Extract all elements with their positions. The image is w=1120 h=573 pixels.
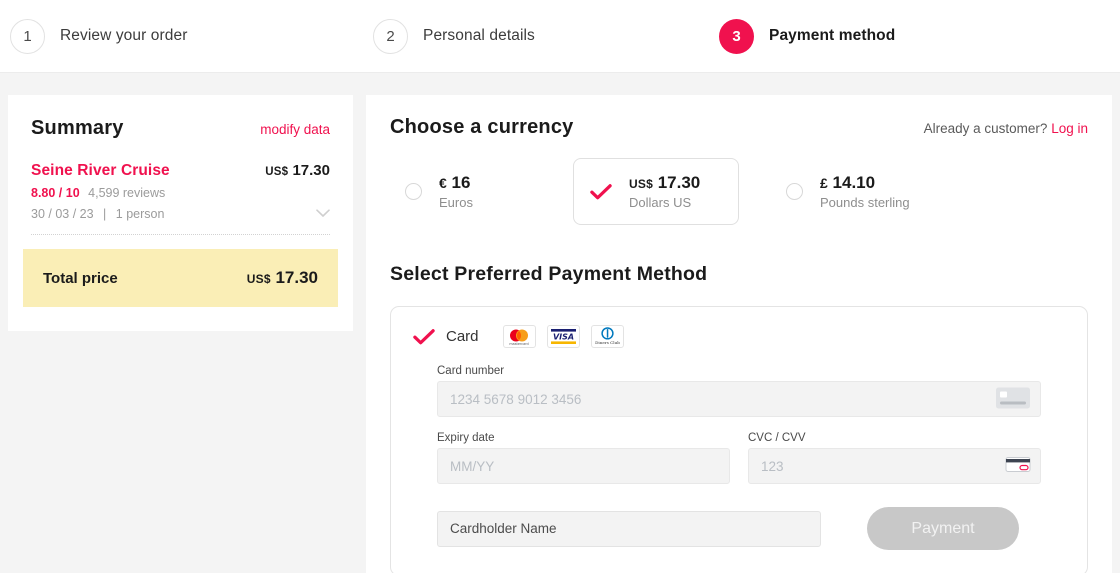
currency-name-pounds: Pounds sterling bbox=[820, 195, 910, 210]
total-price-label: Total price bbox=[43, 269, 118, 287]
payment-method-title: Select Preferred Payment Method bbox=[390, 263, 708, 285]
step-1-label: Review your order bbox=[60, 27, 188, 44]
item-rating-row: 8.80 / 10 4,599 reviews bbox=[31, 186, 330, 200]
currency-amount-pounds: £ 14.10 bbox=[820, 173, 910, 193]
stepper-step-3[interactable]: 3 Payment method bbox=[719, 18, 1120, 54]
step-1-number: 1 bbox=[10, 18, 45, 54]
card-number-input[interactable]: 1234 5678 9012 3456 bbox=[437, 381, 1041, 417]
step-3-number: 3 bbox=[719, 18, 754, 54]
step-3-label: Payment method bbox=[769, 27, 896, 44]
login-prompt-text: Already a customer? bbox=[923, 121, 1048, 136]
currency-option-euros[interactable]: € 16 Euros bbox=[390, 160, 590, 223]
currency-amount-dollars: US$ 17.30 bbox=[629, 173, 700, 193]
currency-symbol-pounds: £ bbox=[820, 175, 828, 191]
cardholder-submit-row: Cardholder Name Payment bbox=[413, 507, 1065, 550]
diners-club-logo: Diners Club bbox=[590, 325, 624, 348]
item-price: US$ 17.30 bbox=[265, 162, 330, 179]
total-price-currency: US$ bbox=[246, 272, 271, 286]
chevron-down-icon[interactable] bbox=[316, 207, 330, 221]
mastercard-logo: mastercard bbox=[502, 325, 536, 348]
currency-name-dollars: Dollars US bbox=[629, 195, 692, 210]
order-summary-panel: Summary modify data Seine River Cruise U… bbox=[8, 95, 353, 331]
expiry-label: Expiry date bbox=[437, 432, 495, 444]
step-2-label: Personal details bbox=[423, 27, 535, 44]
item-date: 30 / 03 / 23 bbox=[31, 207, 94, 221]
currency-option-pounds[interactable]: £ 14.10 Pounds sterling bbox=[771, 160, 971, 223]
summary-title: Summary bbox=[31, 117, 124, 139]
cvc-placeholder: 123 bbox=[761, 458, 784, 474]
card-number-group: Card number 1234 5678 9012 3456 bbox=[413, 365, 1065, 417]
payment-main-panel: Choose a currency Already a customer? Lo… bbox=[366, 95, 1112, 573]
login-prompt: Already a customer? Log in bbox=[924, 121, 1088, 136]
credit-card-icon bbox=[995, 386, 1031, 413]
card-number-placeholder: 1234 5678 9012 3456 bbox=[450, 391, 582, 407]
check-icon-card bbox=[413, 326, 435, 348]
currency-value-euros: 16 bbox=[451, 173, 471, 192]
currency-options: € 16 Euros US$ 17.30 Dollars US £ 14.10 … bbox=[390, 158, 1088, 225]
total-price-amount: 17.30 bbox=[275, 268, 318, 287]
currency-name-euros: Euros bbox=[439, 195, 473, 210]
item-price-amount: 17.30 bbox=[292, 162, 330, 179]
svg-text:Diners Club: Diners Club bbox=[595, 340, 620, 345]
check-icon-dollars bbox=[590, 181, 612, 203]
radio-icon-euros[interactable] bbox=[405, 183, 422, 200]
checkout-stepper: 1 Review your order 2 Personal details 3… bbox=[0, 0, 1120, 73]
currency-amount-euros: € 16 bbox=[439, 173, 473, 193]
item-reviews: 4,599 reviews bbox=[88, 186, 166, 200]
item-date-persons: 30 / 03 / 23 | 1 person bbox=[31, 207, 164, 221]
card-payment-form: Card mastercard VISA Diners Club Card nu… bbox=[390, 306, 1088, 573]
currency-header: Choose a currency Already a customer? Lo… bbox=[390, 116, 1088, 139]
svg-text:VISA: VISA bbox=[552, 333, 573, 342]
item-date-row[interactable]: 30 / 03 / 23 | 1 person bbox=[31, 207, 330, 221]
currency-code-dollars: US$ bbox=[629, 177, 653, 191]
expiry-group: Expiry date MM/YY bbox=[437, 432, 730, 484]
total-price-box: Total price US$ 17.30 bbox=[23, 249, 338, 307]
currency-symbol-euros: € bbox=[439, 175, 447, 191]
expiry-placeholder: MM/YY bbox=[450, 458, 495, 474]
currency-text-dollars: US$ 17.30 Dollars US bbox=[629, 173, 700, 210]
modify-data-link[interactable]: modify data bbox=[260, 122, 330, 137]
radio-icon-pounds[interactable] bbox=[786, 183, 803, 200]
cardholder-name-input[interactable]: Cardholder Name bbox=[437, 510, 821, 547]
expiry-input[interactable]: MM/YY bbox=[437, 448, 730, 484]
currency-option-dollars[interactable]: US$ 17.30 Dollars US bbox=[573, 158, 739, 225]
visa-logo: VISA bbox=[546, 325, 580, 348]
summary-header: Summary modify data bbox=[31, 117, 330, 140]
card-option-label: Card bbox=[446, 328, 479, 345]
currency-text-pounds: £ 14.10 Pounds sterling bbox=[820, 173, 910, 210]
currency-value-dollars: 17.30 bbox=[657, 173, 701, 192]
cvc-input[interactable]: 123 bbox=[748, 448, 1041, 484]
total-price-value: US$ 17.30 bbox=[247, 268, 318, 288]
expiry-cvc-row: Expiry date MM/YY CVC / CVV 123 bbox=[413, 432, 1065, 484]
svg-text:mastercard: mastercard bbox=[509, 342, 528, 346]
checkout-body: Summary modify data Seine River Cruise U… bbox=[0, 73, 1120, 573]
currency-value-pounds: 14.10 bbox=[832, 173, 876, 192]
summary-item: Seine River Cruise US$ 17.30 bbox=[31, 162, 330, 180]
cardholder-name-placeholder: Cardholder Name bbox=[450, 521, 557, 536]
stepper-step-1[interactable]: 1 Review your order bbox=[10, 18, 373, 54]
item-name: Seine River Cruise bbox=[31, 162, 170, 179]
item-price-currency: US$ bbox=[265, 166, 289, 178]
card-number-label: Card number bbox=[437, 365, 505, 377]
cvc-group: CVC / CVV 123 bbox=[748, 432, 1041, 484]
step-2-number: 2 bbox=[373, 18, 408, 54]
payment-submit-button[interactable]: Payment bbox=[867, 507, 1019, 550]
item-separator: | bbox=[103, 207, 107, 221]
log-in-link[interactable]: Log in bbox=[1051, 121, 1088, 136]
cvc-label: CVC / CVV bbox=[748, 432, 806, 444]
card-back-cvc-icon bbox=[1005, 456, 1031, 477]
summary-divider bbox=[31, 234, 330, 235]
item-persons: 1 person bbox=[115, 207, 165, 221]
choose-currency-title: Choose a currency bbox=[390, 116, 574, 138]
stepper-step-2[interactable]: 2 Personal details bbox=[373, 18, 719, 54]
currency-text-euros: € 16 Euros bbox=[439, 173, 473, 210]
item-rating: 8.80 / 10 bbox=[31, 186, 80, 200]
card-option-row[interactable]: Card mastercard VISA Diners Club bbox=[413, 325, 1065, 348]
